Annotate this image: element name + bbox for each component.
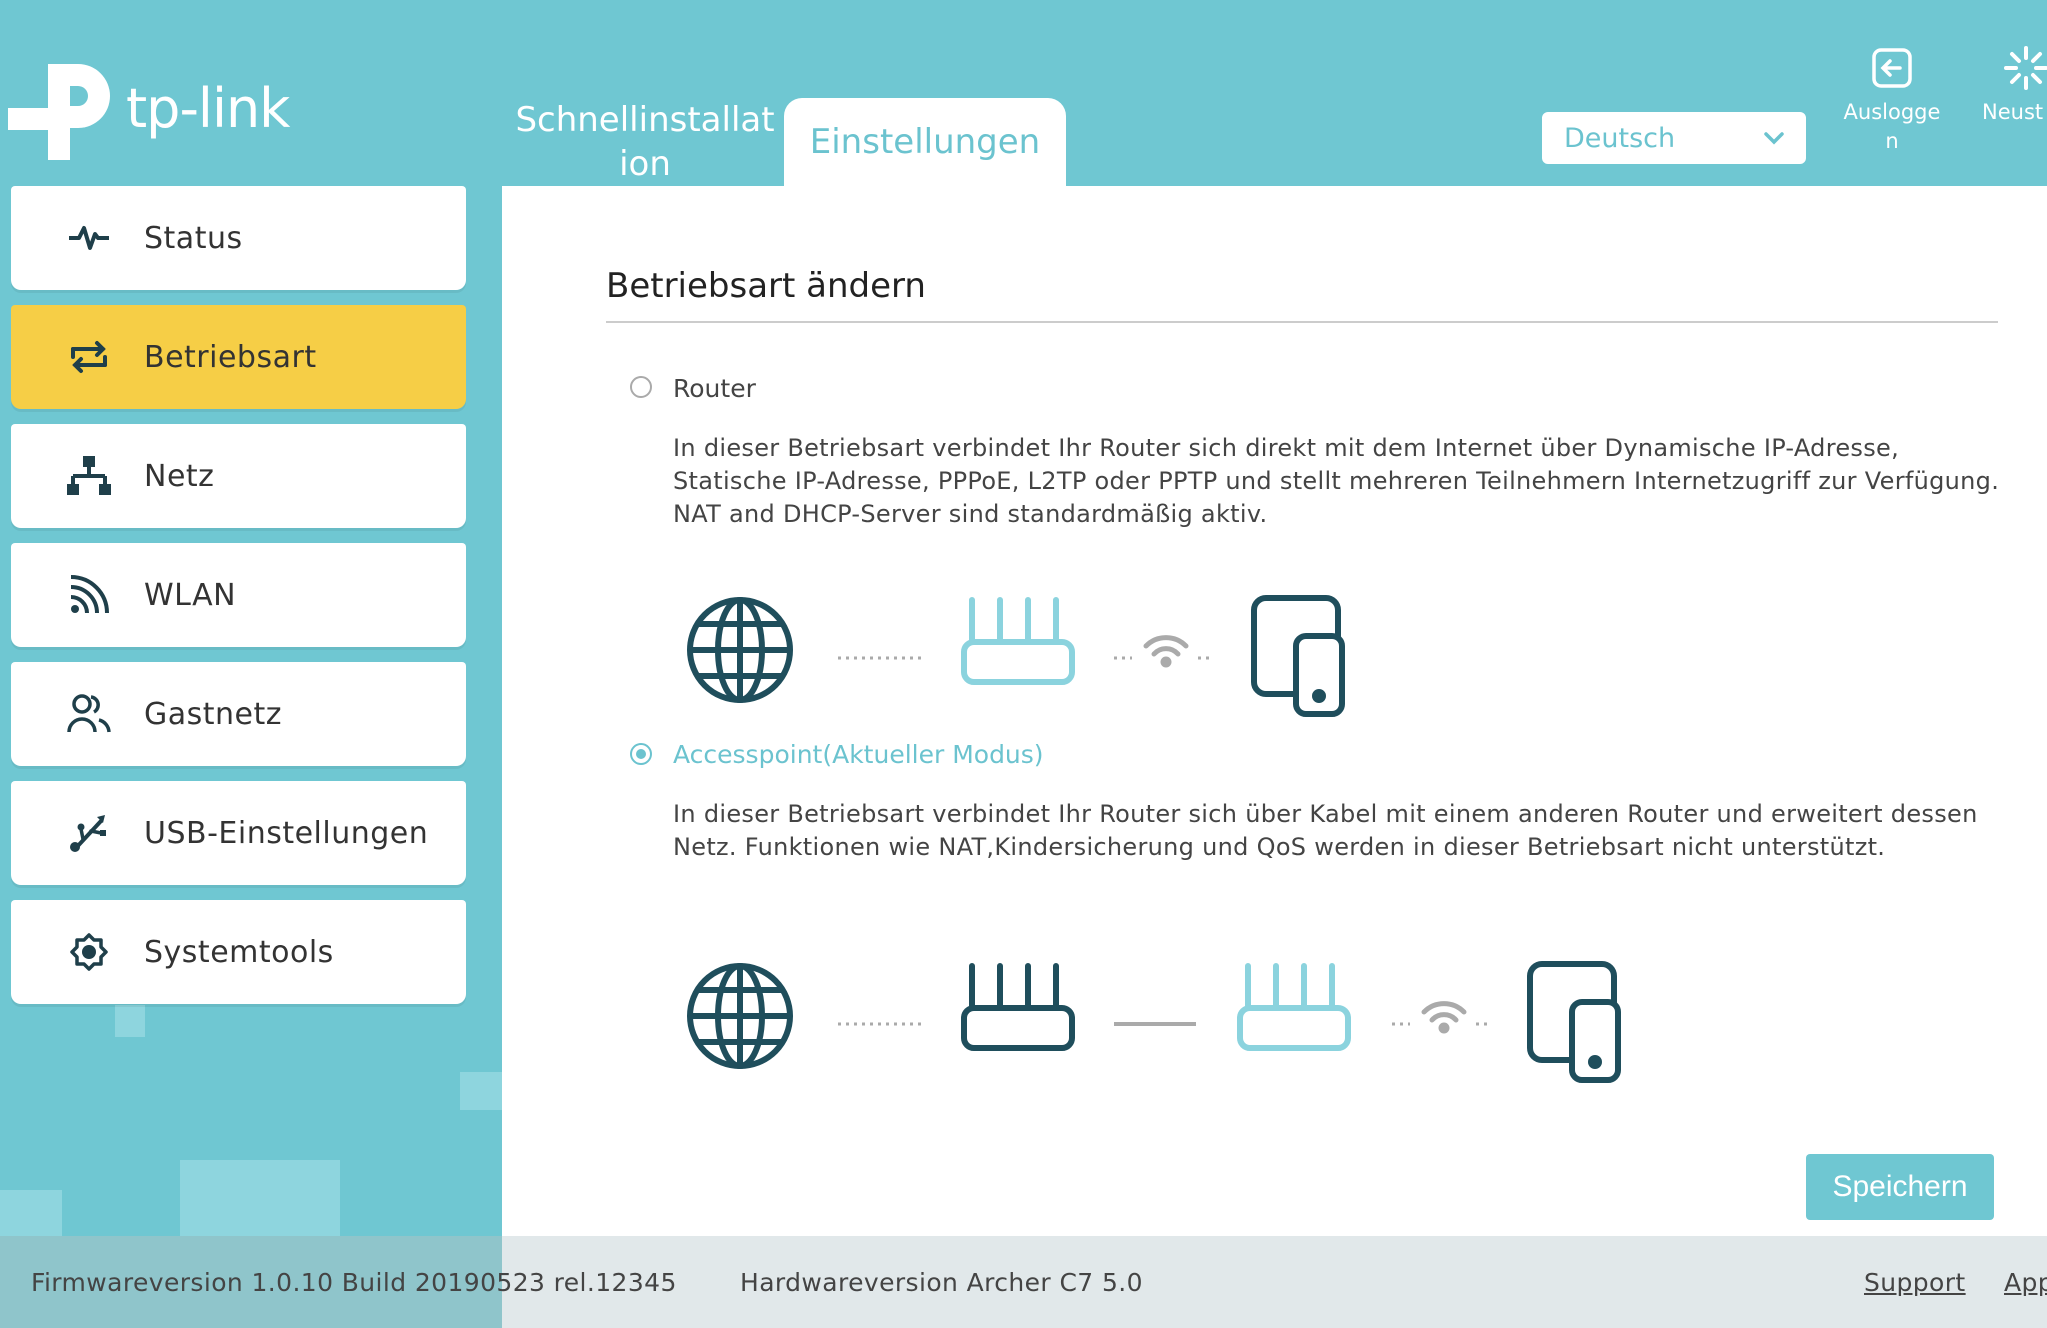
- wifi-icon: [70, 575, 109, 614]
- network-icon: [67, 456, 111, 495]
- router-icon: [961, 597, 1075, 685]
- divider: [606, 321, 1998, 323]
- logo-text: tp-link: [126, 76, 290, 140]
- sidebar-item-wlan[interactable]: WLAN: [11, 543, 466, 647]
- hardware-version: Hardwareversion Archer C7 5.0: [740, 1268, 1143, 1297]
- wireless-signal-icon: [1421, 1001, 1467, 1034]
- tab-settings-label: Einstellungen: [809, 122, 1041, 162]
- sidebar-item-label: Gastnetz: [144, 696, 283, 732]
- language-select[interactable]: Deutsch: [1542, 112, 1806, 164]
- sidebar-item-guest-network[interactable]: Gastnetz: [11, 662, 466, 766]
- sidebar-item-status[interactable]: Status: [11, 186, 466, 290]
- chevron-down-icon: [1764, 132, 1784, 145]
- router-mode-diagram: [687, 595, 1345, 717]
- mode-switch-icon: [71, 341, 107, 373]
- accesspoint-radio[interactable]: [630, 743, 652, 765]
- logout-label: Ausloggen: [1843, 100, 1941, 153]
- usb-icon: [70, 815, 106, 852]
- tab-quick-setup[interactable]: Schnellinstallat ion: [510, 98, 780, 186]
- gear-icon: [70, 933, 108, 971]
- main-panel: Betriebsart ändern Router In dieser Betr…: [502, 186, 2047, 1236]
- sidebar-item-system-tools[interactable]: Systemtools: [11, 900, 466, 1004]
- sidebar-item-label: Betriebsart: [144, 339, 317, 375]
- wireless-signal-icon: [1143, 635, 1189, 668]
- globe-icon: [687, 597, 793, 703]
- background-decoration: [460, 1072, 502, 1110]
- sidebar-item-label: Status: [144, 220, 243, 256]
- tab-settings[interactable]: Einstellungen: [784, 98, 1066, 186]
- save-button[interactable]: Speichern: [1806, 1154, 1994, 1220]
- sidebar-item-label: Netz: [144, 458, 215, 494]
- accesspoint-router-icon: [1237, 963, 1351, 1051]
- background-decoration: [115, 1005, 145, 1037]
- globe-icon: [687, 963, 793, 1069]
- sidebar-item-label: Systemtools: [144, 934, 334, 970]
- logout-icon: [1872, 48, 1912, 88]
- guests-icon: [67, 694, 111, 733]
- logout-button[interactable]: Ausloggen: [1832, 46, 1952, 156]
- sidebar-item-network[interactable]: Netz: [11, 424, 466, 528]
- footer: Firmwareversion 1.0.10 Build 20190523 re…: [0, 1236, 2047, 1328]
- router-radio[interactable]: [630, 376, 652, 398]
- background-decoration: [0, 1190, 62, 1236]
- tp-link-logo-icon: [8, 64, 110, 160]
- router-description: In dieser Betriebsart verbindet Ihr Rout…: [673, 434, 2000, 528]
- reboot-icon: [2004, 46, 2047, 90]
- accesspoint-mode-diagram: [687, 961, 1621, 1083]
- support-link[interactable]: Support: [1864, 1268, 1966, 1297]
- sidebar-item-label: WLAN: [144, 577, 237, 613]
- device-icon: [1527, 961, 1621, 1083]
- main-router-icon: [961, 963, 1075, 1051]
- tp-link-logo: tp-link: [8, 56, 290, 160]
- reboot-button[interactable]: Neust: [1982, 46, 2047, 127]
- device-icon: [1251, 595, 1345, 717]
- sidebar-item-operation-mode[interactable]: Betriebsart: [11, 305, 466, 409]
- accesspoint-description: In dieser Betriebsart verbindet Ihr Rout…: [673, 800, 1978, 861]
- language-value: Deutsch: [1564, 122, 1676, 154]
- pulse-icon: [69, 226, 109, 250]
- accesspoint-option-label[interactable]: Accesspoint(Aktueller Modus): [673, 740, 1044, 769]
- sidebar-item-usb-settings[interactable]: USB-Einstellungen: [11, 781, 466, 885]
- reboot-label: Neust: [1982, 100, 2044, 124]
- router-option-label[interactable]: Router: [673, 374, 756, 403]
- sidebar-item-label: USB-Einstellungen: [144, 815, 429, 851]
- page-title: Betriebsart ändern: [606, 266, 926, 306]
- firmware-version: Firmwareversion 1.0.10 Build 20190523 re…: [31, 1268, 677, 1297]
- app-link[interactable]: App: [2004, 1268, 2047, 1297]
